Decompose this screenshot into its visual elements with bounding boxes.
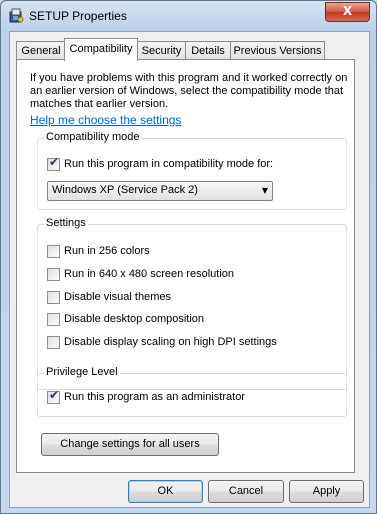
tab-compatibility[interactable]: Compatibility — [64, 38, 138, 61]
tab-label: Compatibility — [69, 43, 133, 55]
run-as-admin-checkbox[interactable]: ✔ — [47, 388, 60, 404]
help-me-choose-link[interactable]: Help me choose the settings — [30, 113, 181, 127]
close-icon: X — [342, 4, 353, 18]
checkbox-label: Disable desktop composition — [64, 313, 205, 325]
disable-desktop-composition-checkbox[interactable] — [47, 313, 60, 326]
compatibility-tab-page: If you have problems with this program a… — [16, 59, 355, 473]
group-title: Privilege Level — [44, 366, 120, 378]
chevron-down-icon: ▼ — [261, 186, 268, 195]
button-label: Change settings for all users — [60, 438, 200, 450]
run-640x480-checkbox[interactable] — [47, 268, 60, 281]
button-label: Apply — [312, 485, 341, 497]
compatibility-mode-group: Compatibility mode ✔ Run this program in… — [37, 131, 347, 210]
title-bar[interactable]: SETUP Properties X — [1, 1, 376, 31]
window-title: SETUP Properties — [29, 9, 127, 23]
tab-label: General — [21, 45, 61, 57]
os-version-dropdown[interactable]: Windows XP (Service Pack 2) ▼ — [47, 181, 273, 201]
checkmark-icon: ✔ — [49, 155, 60, 169]
apply-button[interactable]: Apply — [289, 480, 364, 503]
button-label: Cancel — [228, 485, 264, 497]
tab-security[interactable]: Security — [137, 41, 186, 60]
tab-general[interactable]: General — [16, 41, 66, 60]
setup-app-icon — [9, 8, 24, 23]
tab-label: Security — [141, 45, 182, 57]
checkbox-label: Disable display scaling on high DPI sett… — [64, 336, 277, 348]
checkbox-label: Run in 256 colors — [64, 245, 150, 257]
checkbox-label: Run this program in compatibility mode f… — [64, 158, 274, 170]
privilege-level-group: Privilege Level ✔ Run this program as an… — [37, 366, 347, 417]
group-title: Compatibility mode — [44, 131, 142, 143]
ok-button[interactable]: OK — [128, 480, 203, 503]
tab-label: Previous Versions — [233, 45, 322, 57]
properties-window: SETUP Properties X General Compatibility… — [0, 0, 377, 514]
disable-visual-themes-checkbox[interactable] — [47, 291, 60, 304]
button-label: OK — [157, 485, 174, 497]
run-256-colors-checkbox[interactable] — [47, 245, 60, 258]
dropdown-value: Windows XP (Service Pack 2) — [52, 184, 198, 196]
intro-text: If you have problems with this program a… — [30, 72, 348, 110]
checkbox-label: Run this program as an administrator — [64, 391, 245, 403]
tab-previous-versions[interactable]: Previous Versions — [230, 41, 325, 60]
dialog-client-area: General Compatibility Security Details P… — [9, 31, 370, 508]
close-button[interactable]: X — [325, 2, 370, 22]
disable-dpi-scaling-checkbox[interactable] — [47, 336, 60, 349]
checkmark-icon: ✔ — [49, 388, 60, 402]
group-title: Settings — [44, 217, 88, 229]
tab-label: Details — [191, 45, 225, 57]
tab-details[interactable]: Details — [185, 41, 231, 60]
checkbox-label: Disable visual themes — [64, 291, 171, 303]
change-settings-all-users-button[interactable]: Change settings for all users — [41, 433, 219, 456]
compatibility-mode-checkbox[interactable]: ✔ — [47, 155, 60, 171]
cancel-button[interactable]: Cancel — [208, 480, 284, 503]
checkbox-label: Run in 640 x 480 screen resolution — [64, 268, 234, 280]
